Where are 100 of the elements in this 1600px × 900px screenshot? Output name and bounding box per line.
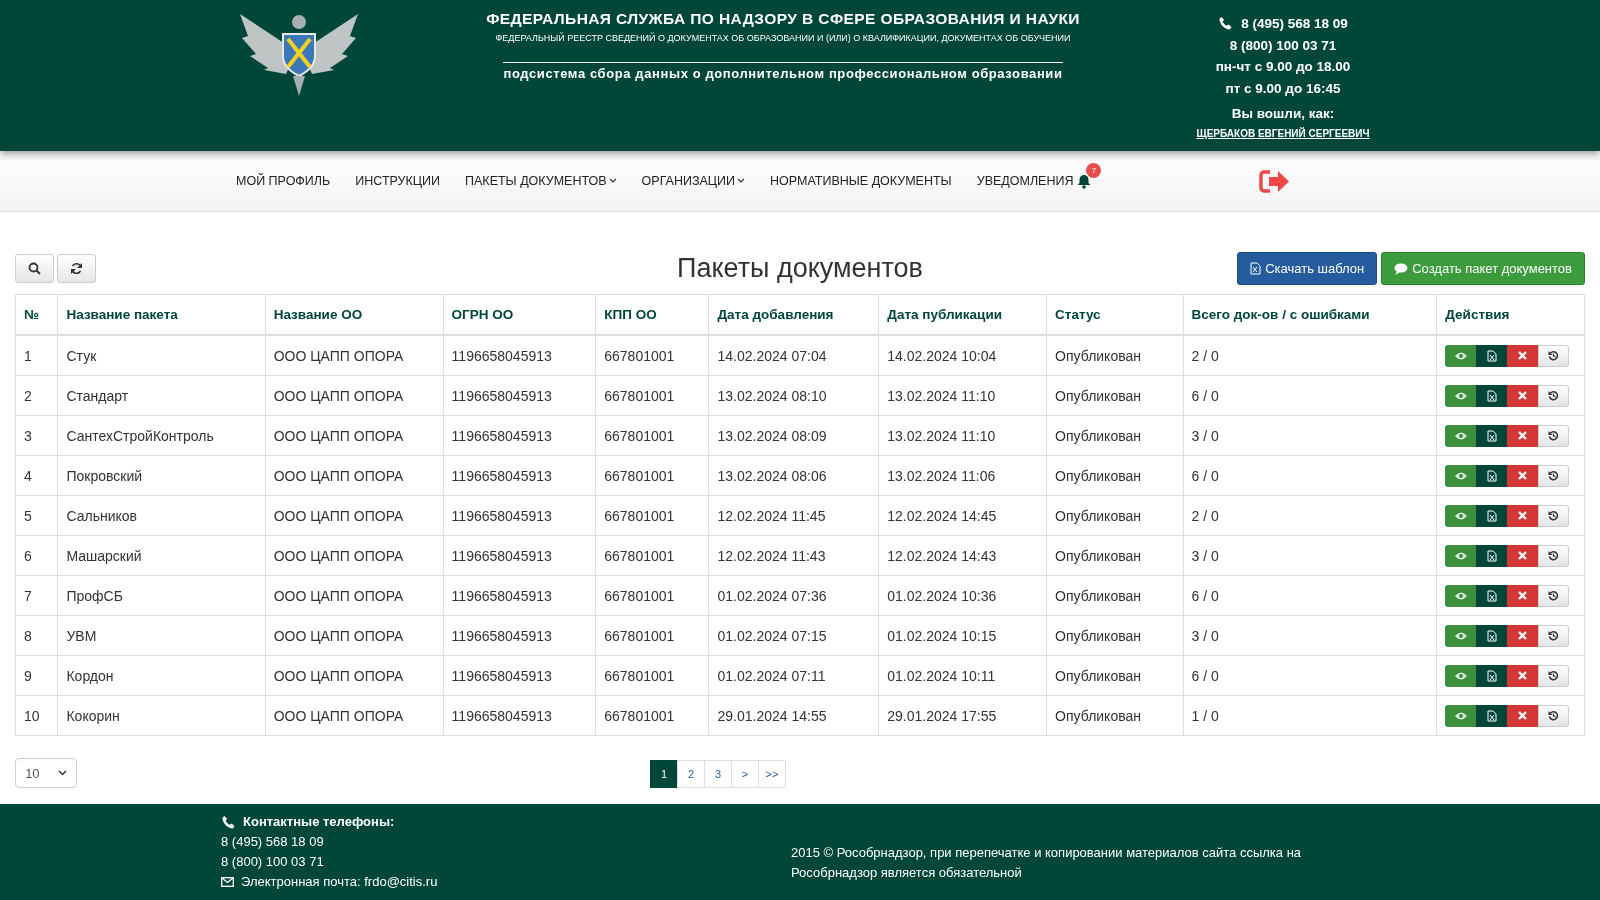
delete-button[interactable] <box>1507 544 1539 567</box>
view-button[interactable] <box>1445 464 1477 487</box>
user-name-link[interactable]: ЩЕРБАКОВ ЕВГЕНИЙ СЕРГЕЕВИЧ <box>1193 126 1373 141</box>
export-button[interactable] <box>1476 384 1508 407</box>
view-button[interactable] <box>1445 704 1477 727</box>
delete-button[interactable] <box>1507 664 1539 687</box>
delete-button[interactable] <box>1507 504 1539 527</box>
export-button[interactable] <box>1476 664 1508 687</box>
table-cell: 13.02.2024 11:10 <box>878 375 1047 416</box>
column-header: Статус <box>1046 294 1184 335</box>
table-cell: ООО ЦАПП ОПОРА <box>265 375 444 416</box>
column-header: № <box>15 294 58 335</box>
delete-button[interactable] <box>1507 464 1539 487</box>
table-cell: 13.02.2024 08:09 <box>708 415 879 456</box>
export-button[interactable] <box>1476 504 1508 527</box>
view-button[interactable] <box>1445 624 1477 647</box>
delete-button[interactable] <box>1507 424 1539 447</box>
history-button[interactable] <box>1538 344 1570 367</box>
history-button[interactable] <box>1538 704 1570 727</box>
pagination-link[interactable]: >> <box>758 760 786 788</box>
export-button[interactable] <box>1476 544 1508 567</box>
table-cell: 01.02.2024 07:11 <box>708 655 879 696</box>
registry-subtitle: ФЕДЕРАЛЬНЫЙ РЕЕСТР СВЕДЕНИЙ О ДОКУМЕНТАХ ОБ ОБРАЗОВАНИИ И (ИЛИ) О КВАЛИФИКАЦИИ, ДОКУМЕНТАХ ОБ ОБУЧЕНИИ <box>494 33 1072 43</box>
create-package-button[interactable]: Создать пакет документов <box>1381 252 1585 285</box>
history-icon <box>1548 590 1560 601</box>
nav-link[interactable]: МОЙ ПРОФИЛЬ <box>236 174 331 188</box>
table-cell: Опубликован <box>1046 655 1184 696</box>
delete-button[interactable] <box>1507 704 1539 727</box>
view-button[interactable] <box>1445 544 1477 567</box>
table-cell: 1196658045913 <box>443 415 596 456</box>
table-cell: Опубликован <box>1046 535 1184 576</box>
close-icon <box>1518 431 1528 440</box>
export-button[interactable] <box>1476 464 1508 487</box>
history-icon <box>1548 710 1560 721</box>
view-button[interactable] <box>1445 504 1477 527</box>
table-cell: 3 / 0 <box>1183 415 1437 456</box>
table-cell: 13.02.2024 08:06 <box>708 455 879 496</box>
history-button[interactable] <box>1538 664 1570 687</box>
nav-link[interactable]: УВЕДОМЛЕНИЯ <box>976 174 1074 188</box>
history-icon <box>1548 350 1560 361</box>
close-icon <box>1518 471 1528 480</box>
table-cell: ООО ЦАПП ОПОРА <box>265 335 444 376</box>
export-button[interactable] <box>1476 424 1508 447</box>
table-cell: 01.02.2024 10:36 <box>878 575 1047 616</box>
view-button[interactable] <box>1445 384 1477 407</box>
view-button[interactable] <box>1445 584 1477 607</box>
history-button[interactable] <box>1538 464 1570 487</box>
column-header: ОГРН ОО <box>443 294 596 335</box>
download-template-button[interactable]: Скачать шаблон <box>1237 252 1378 285</box>
refresh-button[interactable] <box>57 254 96 283</box>
export-button[interactable] <box>1476 584 1508 607</box>
pagination-link[interactable]: 2 <box>677 760 705 788</box>
delete-button[interactable] <box>1507 624 1539 647</box>
history-button[interactable] <box>1538 624 1570 647</box>
history-button[interactable] <box>1538 384 1570 407</box>
table-cell: Опубликован <box>1046 615 1184 656</box>
history-icon <box>1548 430 1560 441</box>
table-cell: 6 / 0 <box>1183 455 1437 496</box>
export-button[interactable] <box>1476 624 1508 647</box>
delete-button[interactable] <box>1507 344 1539 367</box>
table-cell: ООО ЦАПП ОПОРА <box>265 615 444 656</box>
table-cell: 667801001 <box>595 375 709 416</box>
view-button[interactable] <box>1445 344 1477 367</box>
pagination-link[interactable]: > <box>731 760 759 788</box>
table-cell: 3 <box>15 415 58 456</box>
search-icon <box>28 262 41 275</box>
logout-icon[interactable] <box>1259 168 1291 194</box>
history-button[interactable] <box>1538 504 1570 527</box>
search-button[interactable] <box>15 254 54 283</box>
table-cell: 1196658045913 <box>443 695 596 736</box>
phone-number: 8 (800) 100 03 71 <box>1228 36 1338 55</box>
nav-link[interactable]: НОРМАТИВНЫЕ ДОКУМЕНТЫ <box>770 174 952 188</box>
table-cell: Стандарт <box>57 375 266 416</box>
export-button[interactable] <box>1476 704 1508 727</box>
nav-link[interactable]: ПАКЕТЫ ДОКУМЕНТОВ <box>465 174 617 188</box>
table-cell: 1196658045913 <box>443 575 596 616</box>
chevron-down-icon <box>57 770 67 776</box>
nav-link[interactable]: ОРГАНИЗАЦИИ <box>641 174 746 188</box>
table-cell: 14.02.2024 07:04 <box>708 335 879 376</box>
history-button[interactable] <box>1538 584 1570 607</box>
table-cell: Кордон <box>57 655 266 696</box>
spreadsheet-file-icon <box>1486 709 1497 722</box>
table-cell: 01.02.2024 07:36 <box>708 575 879 616</box>
export-button[interactable] <box>1476 344 1508 367</box>
page-size-select[interactable]: 10 <box>15 758 77 788</box>
nav-link[interactable]: ИНСТРУКЦИИ <box>355 174 441 188</box>
view-button[interactable] <box>1445 664 1477 687</box>
delete-button[interactable] <box>1507 384 1539 407</box>
view-button[interactable] <box>1445 424 1477 447</box>
pagination-link[interactable]: 1 <box>650 760 678 788</box>
pagination-link[interactable]: 3 <box>704 760 732 788</box>
delete-button[interactable] <box>1507 584 1539 607</box>
table-cell: ООО ЦАПП ОПОРА <box>265 415 444 456</box>
table-cell: 3 / 0 <box>1183 535 1437 576</box>
history-button[interactable] <box>1538 424 1570 447</box>
table-cell: 1196658045913 <box>443 335 596 376</box>
table-cell: 9 <box>15 655 58 696</box>
bell-icon[interactable] <box>1077 173 1092 189</box>
history-button[interactable] <box>1538 544 1570 567</box>
subsystem-title: подсистема сбора данных о дополнительном профессиональном образовании <box>503 62 1063 81</box>
